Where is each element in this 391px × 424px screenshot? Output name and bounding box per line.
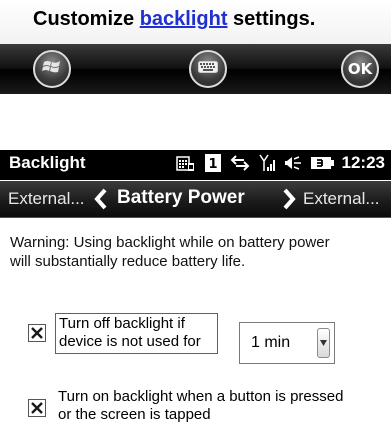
nav-prev-label[interactable]: External... (8, 189, 85, 209)
notification-count: 1 (208, 157, 217, 172)
phone-keypad-icon[interactable] (175, 153, 196, 173)
checkmark-x-icon (31, 402, 43, 414)
battery-icon[interactable] (310, 155, 334, 171)
help-text: Customize backlight settings. (0, 0, 391, 44)
turn-off-backlight-label[interactable]: Turn off backlight if device is not used… (55, 313, 218, 354)
dropdown-arrow-icon[interactable] (317, 328, 330, 358)
timeout-value: 1 min (251, 334, 291, 351)
title-bar: Backlight 1 12:23 (0, 150, 391, 180)
help-panel: Customize backlight settings. OK (0, 0, 391, 94)
battery-warning: Warning: Using backlight while on batter… (10, 234, 330, 270)
ok-label: OK (347, 60, 373, 78)
keyboard-icon (198, 60, 218, 78)
chevron-right-icon[interactable] (282, 188, 296, 215)
clock: 12:23 (341, 153, 385, 172)
backlight-help-link[interactable]: backlight (140, 8, 228, 30)
notification-count-icon[interactable]: 1 (204, 153, 222, 173)
page-title: Backlight (9, 153, 86, 172)
keyboard-button[interactable] (189, 50, 227, 88)
chevron-left-icon[interactable] (94, 188, 108, 215)
status-icons: 1 12:23 (175, 153, 385, 173)
signal-strength-icon[interactable] (258, 153, 276, 173)
help-text-after: settings. (227, 8, 316, 30)
turn-on-backlight-label[interactable]: Turn on backlight when a button is press… (58, 388, 358, 424)
help-text-before: Customize (33, 8, 140, 30)
softkey-bar: OK (0, 44, 391, 94)
volume-icon[interactable] (284, 154, 302, 172)
nav-current-section: Battery Power (117, 187, 245, 208)
sync-arrows-icon[interactable] (230, 154, 250, 172)
nav-next-label[interactable]: External... (303, 189, 380, 209)
turn-off-backlight-checkbox[interactable] (28, 324, 46, 342)
section-nav-bar: External... Battery Power External... (0, 181, 391, 218)
checkmark-x-icon (31, 327, 43, 339)
turn-on-backlight-checkbox[interactable] (28, 399, 46, 417)
start-button[interactable] (33, 50, 71, 88)
windows-start-icon (42, 58, 62, 81)
ok-button[interactable]: OK (341, 50, 379, 88)
timeout-dropdown[interactable]: 1 min (239, 322, 335, 364)
